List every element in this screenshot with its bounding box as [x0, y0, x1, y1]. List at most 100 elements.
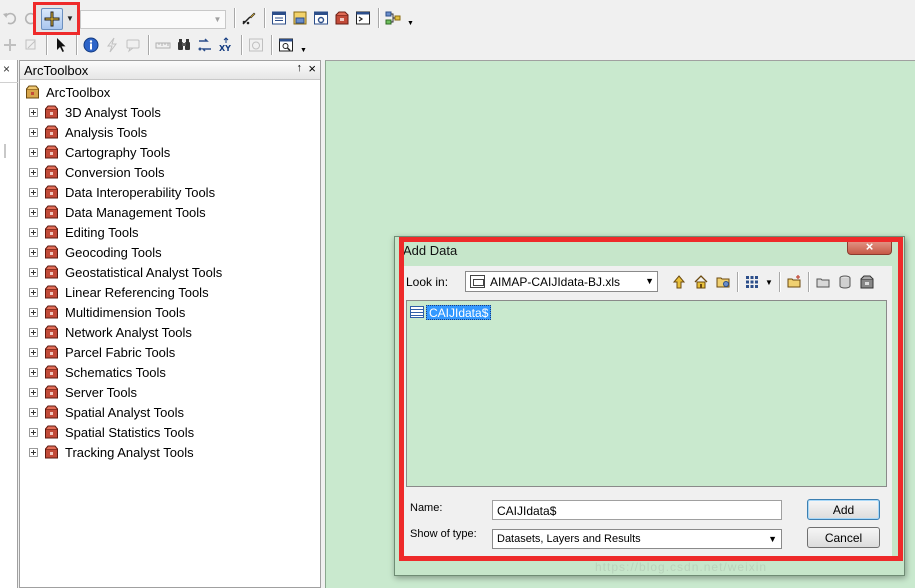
catalog-folder-icon[interactable]: [812, 272, 833, 292]
add-data-button[interactable]: ▼: [33, 2, 80, 35]
file-name: CAIJIdata$: [426, 304, 492, 320]
tree-item-toolset[interactable]: 3D Analyst Tools: [20, 102, 320, 122]
search-window-icon[interactable]: [311, 8, 331, 28]
tree-item-toolset[interactable]: Analysis Tools: [20, 122, 320, 142]
show-type-dropdown[interactable]: Datasets, Layers and Results ▼: [492, 529, 782, 549]
expand-icon[interactable]: [29, 367, 38, 377]
toolbar-overflow-icon[interactable]: ▼: [407, 9, 415, 27]
toolbar-separator: [808, 272, 809, 292]
standard-toolbar-right: ▼: [230, 5, 418, 31]
close-icon[interactable]: ×: [3, 62, 10, 76]
expand-icon[interactable]: [29, 147, 38, 157]
toolbox-icon: [44, 244, 60, 260]
tree-item-toolset[interactable]: Linear Referencing Tools: [20, 282, 320, 302]
expand-icon[interactable]: [29, 167, 38, 177]
expand-icon[interactable]: [29, 327, 38, 337]
name-field[interactable]: [492, 500, 782, 520]
tree-root-arctoolbox[interactable]: ArcToolbox: [20, 82, 320, 102]
toolbar-separator: [241, 35, 242, 55]
close-button[interactable]: ×: [847, 237, 892, 255]
add-button[interactable]: Add: [807, 499, 880, 520]
python-window-icon[interactable]: [353, 8, 373, 28]
toolbox-icon: [44, 324, 60, 340]
measure-icon: [153, 35, 173, 55]
expand-icon[interactable]: [29, 387, 38, 397]
chevron-down-icon: ▼: [213, 15, 222, 24]
expand-icon[interactable]: [29, 287, 38, 297]
hyperlink-icon: [102, 35, 122, 55]
new-folder-icon[interactable]: [783, 272, 804, 292]
expand-icon[interactable]: [29, 107, 38, 117]
tree-item-toolset[interactable]: Server Tools: [20, 382, 320, 402]
arctoolbox-titlebar[interactable]: ArcToolbox ↑ ×: [20, 61, 320, 80]
find-icon[interactable]: [174, 35, 194, 55]
table-of-contents-icon[interactable]: [269, 8, 289, 28]
select-elements-icon[interactable]: [51, 35, 71, 55]
geodatabase-icon[interactable]: [834, 272, 855, 292]
tree-item-toolset[interactable]: Multidimension Tools: [20, 302, 320, 322]
catalog-icon[interactable]: [290, 8, 310, 28]
tree-item-label: Cartography Tools: [65, 144, 171, 160]
go-to-xy-icon[interactable]: XY: [216, 35, 236, 55]
identify-icon[interactable]: [81, 35, 101, 55]
tree-item-toolset[interactable]: Network Analyst Tools: [20, 322, 320, 342]
tree-item-toolset[interactable]: Data Management Tools: [20, 202, 320, 222]
tree-item-toolset[interactable]: Tracking Analyst Tools: [20, 442, 320, 462]
tree-item-toolset[interactable]: Spatial Statistics Tools: [20, 422, 320, 442]
expand-icon[interactable]: [29, 247, 38, 257]
chevron-down-icon[interactable]: ▼: [763, 272, 775, 292]
close-icon[interactable]: ×: [308, 61, 316, 76]
pin-icon[interactable]: ↑: [297, 62, 303, 74]
toolbar-separator: [46, 35, 47, 55]
expand-icon[interactable]: [29, 347, 38, 357]
expand-icon[interactable]: [29, 207, 38, 217]
tree-item-toolset[interactable]: Conversion Tools: [20, 162, 320, 182]
toolbox-icon: [44, 384, 60, 400]
chevron-down-icon: ▼: [768, 534, 777, 544]
up-one-level-icon[interactable]: [668, 272, 689, 292]
look-in-dropdown[interactable]: AIMAP-CAIJIdata-BJ.xls ▼: [465, 271, 658, 292]
arctoolbox-icon[interactable]: [332, 8, 352, 28]
expand-icon[interactable]: [29, 267, 38, 277]
toolbox-icon: [44, 304, 60, 320]
tree-item-toolset[interactable]: Parcel Fabric Tools: [20, 342, 320, 362]
editor-icon[interactable]: [239, 8, 259, 28]
expand-icon[interactable]: [29, 187, 38, 197]
name-label: Name:: [410, 502, 443, 514]
tree-item-toolset[interactable]: Geocoding Tools: [20, 242, 320, 262]
expand-icon[interactable]: [29, 227, 38, 237]
connect-folder-icon[interactable]: [712, 272, 733, 292]
clear-selection-icon: [21, 35, 41, 55]
toolbar-overflow-icon[interactable]: ▼: [300, 36, 308, 54]
undo-icon[interactable]: [0, 8, 20, 28]
add-data-dropdown-icon[interactable]: ▼: [66, 14, 74, 23]
scale-combo[interactable]: ▼: [80, 10, 226, 29]
panel-title: ArcToolbox: [24, 63, 89, 78]
tree-item-toolset[interactable]: Schematics Tools: [20, 362, 320, 382]
expand-icon[interactable]: [29, 447, 38, 457]
home-icon[interactable]: [690, 272, 711, 292]
find-route-icon[interactable]: [195, 35, 215, 55]
dialog-body: Look in: AIMAP-CAIJIdata-BJ.xls ▼ ▼ CAIJ…: [404, 266, 892, 556]
tree-item-toolset[interactable]: Spatial Analyst Tools: [20, 402, 320, 422]
tree-item-toolset[interactable]: Data Interoperability Tools: [20, 182, 320, 202]
tree-item-toolset[interactable]: Geostatistical Analyst Tools: [20, 262, 320, 282]
model-builder-icon[interactable]: [383, 8, 403, 28]
tree-root-label: ArcToolbox: [46, 84, 111, 100]
toolbox-icon: [44, 264, 60, 280]
file-list[interactable]: CAIJIdata$: [406, 300, 887, 487]
cancel-button[interactable]: Cancel: [807, 527, 880, 548]
tree-item-toolset[interactable]: Cartography Tools: [20, 142, 320, 162]
expand-icon[interactable]: [29, 427, 38, 437]
toolbox-icon[interactable]: [856, 272, 877, 292]
viewer-window-icon[interactable]: [276, 35, 296, 55]
tree-item-label: Data Management Tools: [65, 204, 206, 220]
tree-item-toolset[interactable]: Editing Tools: [20, 222, 320, 242]
expand-icon[interactable]: [29, 127, 38, 137]
tree-item-label: Conversion Tools: [65, 164, 165, 180]
view-thumbnails-icon[interactable]: [741, 272, 762, 292]
list-item[interactable]: CAIJIdata$: [410, 304, 492, 320]
toolbar-separator: [264, 8, 265, 28]
expand-icon[interactable]: [29, 307, 38, 317]
expand-icon[interactable]: [29, 407, 38, 417]
